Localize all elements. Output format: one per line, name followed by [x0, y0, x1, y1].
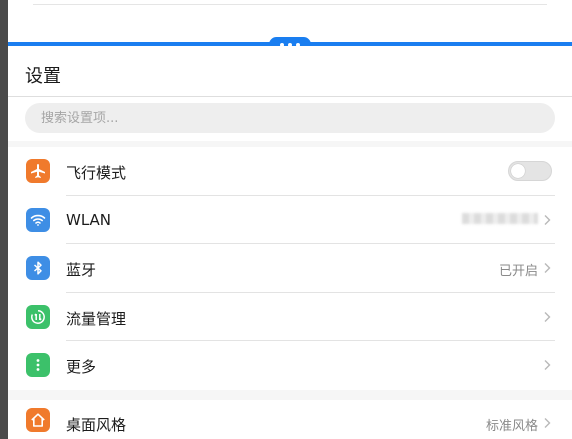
- background-window-edge: [0, 0, 8, 439]
- airplane-mode-toggle[interactable]: [508, 161, 552, 181]
- page-title: 设置: [25, 66, 61, 87]
- settings-panel: 设置 飞行模式 WLAN: [8, 46, 572, 439]
- settings-group-display: 桌面风格 标准风格: [8, 400, 572, 439]
- top-split-window: [8, 0, 572, 42]
- more-vertical-icon: [26, 353, 50, 377]
- divider: [33, 4, 547, 5]
- settings-header: 设置: [8, 46, 572, 97]
- chevron-right-icon: [544, 214, 551, 225]
- settings-item-desktop-style[interactable]: 桌面风格 标准风格: [8, 400, 572, 439]
- settings-item-bluetooth[interactable]: 蓝牙 已开启: [8, 244, 572, 293]
- settings-item-data-usage[interactable]: 流量管理: [8, 293, 572, 341]
- settings-item-more[interactable]: 更多: [8, 341, 572, 390]
- desktop-style-value: 标准风格: [485, 419, 538, 434]
- bluetooth-status: 已开启: [498, 264, 538, 279]
- settings-item-label: 流量管理: [66, 309, 127, 328]
- settings-item-airplane-mode[interactable]: 飞行模式: [8, 147, 572, 196]
- settings-item-label: WLAN: [66, 210, 112, 229]
- settings-item-wlan[interactable]: WLAN: [8, 196, 572, 244]
- settings-item-label: 桌面风格: [66, 416, 127, 434]
- chevron-right-icon: [544, 311, 551, 322]
- settings-item-label: 更多: [66, 358, 97, 376]
- settings-item-label: 飞行模式: [66, 164, 127, 182]
- search-bar: [8, 97, 572, 141]
- chevron-right-icon: [544, 263, 551, 273]
- wifi-icon: [26, 207, 50, 232]
- settings-item-label: 蓝牙: [66, 261, 97, 279]
- airplane-icon: [26, 159, 50, 183]
- data-usage-icon: [26, 304, 50, 329]
- toggle-knob: [511, 164, 525, 178]
- search-input[interactable]: [25, 103, 555, 133]
- home-icon: [26, 408, 50, 432]
- wlan-network-name-redacted: [462, 212, 538, 224]
- settings-group-network: 飞行模式 WLAN 蓝牙 已开启 流量管理 更多: [8, 147, 572, 390]
- chevron-right-icon: [544, 418, 551, 428]
- chevron-right-icon: [544, 360, 551, 370]
- bluetooth-icon: [26, 256, 50, 280]
